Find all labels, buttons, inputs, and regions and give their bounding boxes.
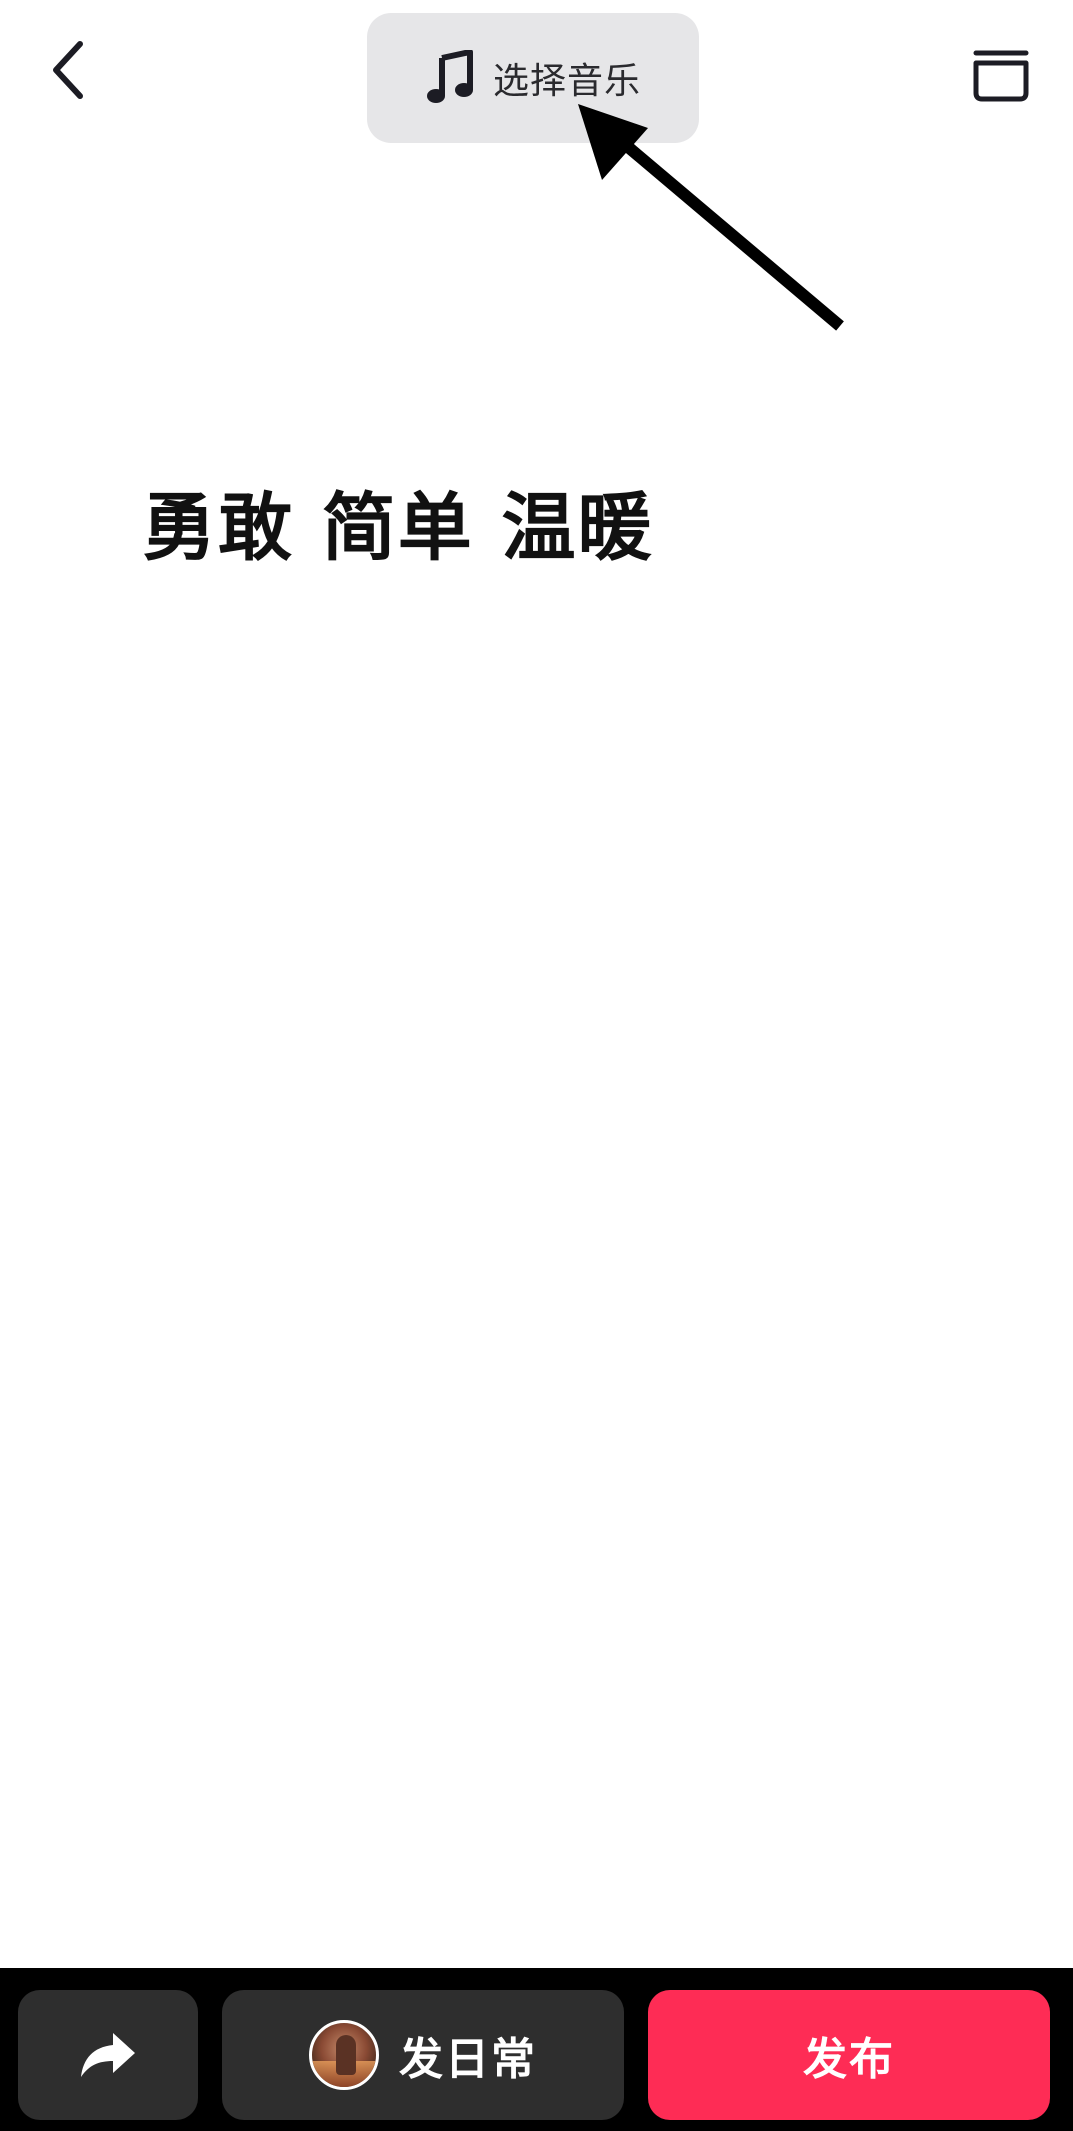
post-text[interactable]: 勇敢 简单 温暖 xyxy=(142,468,654,575)
share-arrow-icon xyxy=(81,2033,135,2077)
trash-icon xyxy=(973,50,1029,102)
post-editor-screen: 选择音乐 勇敢 简单 温暖 发日常 发布 xyxy=(0,0,1073,2131)
delete-button[interactable] xyxy=(966,40,1036,110)
back-button[interactable] xyxy=(36,30,100,110)
select-music-label: 选择音乐 xyxy=(492,61,641,102)
publish-label: 发布 xyxy=(803,2034,895,2085)
arrow-pointer-icon xyxy=(578,104,844,331)
post-daily-button[interactable]: 发日常 xyxy=(222,1990,624,2120)
user-avatar xyxy=(309,2020,379,2090)
post-daily-label: 发日常 xyxy=(399,2034,537,2085)
share-button[interactable] xyxy=(18,1990,198,2120)
bottom-action-bar: 发日常 发布 xyxy=(0,1968,1073,2131)
chevron-left-icon xyxy=(53,41,83,99)
publish-button[interactable]: 发布 xyxy=(648,1990,1050,2120)
music-note-icon xyxy=(425,50,475,106)
